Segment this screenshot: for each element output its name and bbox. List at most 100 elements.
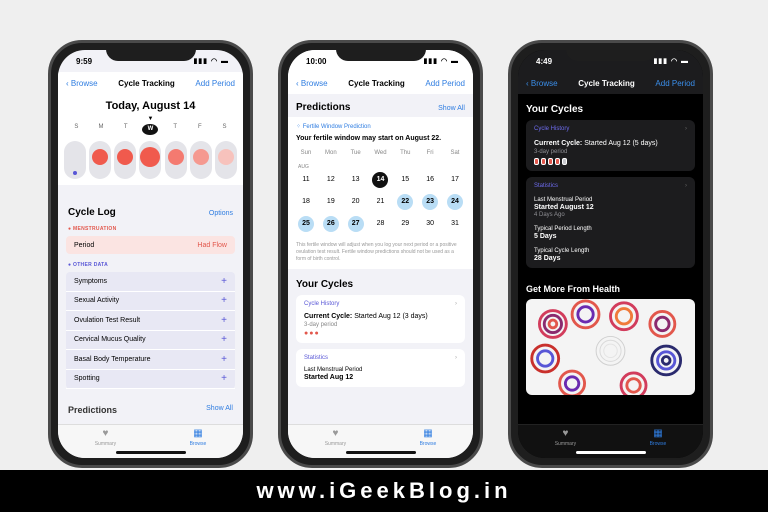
list-item[interactable]: Cervical Mucus Quality + xyxy=(66,331,235,350)
back-button[interactable]: ‹ Browse xyxy=(296,79,328,88)
calendar-day[interactable]: 16 xyxy=(420,172,440,188)
calendar-day[interactable]: 29 xyxy=(395,216,415,232)
fertile-window-title: Your fertile window may start on August … xyxy=(296,135,442,142)
list-item-label: Spotting xyxy=(74,375,100,383)
calendar-day-fertile[interactable]: 27 xyxy=(347,216,364,232)
calendar-day[interactable]: 17 xyxy=(445,172,465,188)
calendar-day[interactable]: 18 xyxy=(296,194,316,210)
tab-summary[interactable]: ♥ Summary xyxy=(325,429,346,458)
list-item[interactable]: Spotting + xyxy=(66,370,235,389)
plus-icon[interactable]: + xyxy=(221,373,227,384)
period-dot-icon xyxy=(193,149,210,165)
weekday-label: Wed xyxy=(374,150,387,156)
tab-summary[interactable]: ♥ Summary xyxy=(95,429,116,458)
home-indicator[interactable] xyxy=(345,451,416,454)
day-pill[interactable] xyxy=(190,141,213,179)
calendar-weekdays: Sun Mon Tue Wed Thu Fri Sat xyxy=(296,150,465,156)
calendar-week: 25 26 27 28 29 30 31 xyxy=(296,216,465,232)
list-item-label: Sexual Activity xyxy=(74,297,120,305)
plus-icon[interactable]: + xyxy=(221,295,227,306)
phone-predictions: 10:00 ▮▮▮ ◠ ▬ ‹ Browse Cycle Tracking Ad… xyxy=(278,40,483,468)
calendar-day-fertile[interactable]: 22 xyxy=(397,194,414,210)
back-label: Browse xyxy=(300,78,328,88)
back-button[interactable]: ‹ Browse xyxy=(66,79,98,88)
period-label: Period xyxy=(74,241,95,249)
calendar-day[interactable]: 31 xyxy=(445,216,465,232)
calendar-day-today[interactable]: 14 xyxy=(372,172,389,188)
period-dot-icon xyxy=(167,149,184,165)
day-pill[interactable] xyxy=(63,141,86,179)
nav-title: Cycle Tracking xyxy=(578,78,635,88)
calendar-day[interactable]: 30 xyxy=(420,216,440,232)
other-data-label: ● OTHER DATA xyxy=(68,262,109,268)
period-value: Had Flow xyxy=(197,241,227,249)
period-dots-icon: ●●● xyxy=(304,330,320,337)
period-dot-icon xyxy=(91,149,108,165)
period-dot-icon xyxy=(117,149,134,165)
calendar-day[interactable]: 15 xyxy=(395,172,415,188)
plus-icon[interactable]: + xyxy=(221,334,227,345)
status-time: 10:00 xyxy=(306,56,327,66)
last-period-label: Last Menstrual Period xyxy=(304,367,363,373)
back-button[interactable]: ‹ Browse xyxy=(526,79,558,88)
home-indicator[interactable] xyxy=(575,451,646,454)
nav-bar: ‹ Browse Cycle Tracking Add Period xyxy=(518,72,703,94)
day-pill[interactable] xyxy=(114,141,137,179)
calendar-day[interactable]: 19 xyxy=(321,194,341,210)
tab-browse[interactable]: ▦ Browse xyxy=(420,429,437,458)
statistics-card[interactable]: Statistics › Last Menstrual Period Start… xyxy=(526,177,695,268)
tab-browse[interactable]: ▦ Browse xyxy=(650,429,667,458)
nav-bar: ‹ Browse Cycle Tracking Add Period xyxy=(288,72,473,94)
plus-icon[interactable]: + xyxy=(221,276,227,287)
calendar-week: 11 12 13 14 15 16 17 xyxy=(296,172,465,188)
list-item[interactable]: Symptoms + xyxy=(66,272,235,292)
day-pill[interactable] xyxy=(164,141,187,179)
add-period-button[interactable]: Add Period xyxy=(425,79,465,88)
weekday-label: Mon xyxy=(324,150,337,156)
calendar-day-fertile[interactable]: 23 xyxy=(422,194,439,210)
list-item[interactable]: Ovulation Test Result + xyxy=(66,311,235,331)
add-period-button[interactable]: Add Period xyxy=(655,79,695,88)
statistics-card[interactable]: Statistics › Last Menstrual Period Start… xyxy=(296,349,465,387)
day-pill[interactable] xyxy=(88,141,111,179)
chevron-right-icon: › xyxy=(685,183,687,189)
plus-icon[interactable]: + xyxy=(221,315,227,326)
health-artwork-image[interactable] xyxy=(526,299,695,395)
tab-browse[interactable]: ▦ Browse xyxy=(190,429,207,458)
tab-summary[interactable]: ♥ Summary xyxy=(555,429,576,458)
tab-label: Summary xyxy=(324,441,347,447)
current-cycle-label: Current Cycle: xyxy=(534,140,583,147)
calendar-day-fertile[interactable]: 24 xyxy=(446,194,463,210)
add-period-button[interactable]: Add Period xyxy=(195,79,235,88)
list-item-label: Ovulation Test Result xyxy=(74,316,141,324)
tab-label: Browse xyxy=(419,441,437,447)
prediction-dot-icon xyxy=(72,171,77,175)
home-indicator[interactable] xyxy=(115,451,186,454)
rings-illustration xyxy=(530,299,683,395)
current-cycle-value: Started Aug 12 (3 days) xyxy=(354,313,428,320)
calendar-day-fertile[interactable]: 25 xyxy=(298,216,314,232)
show-all-button[interactable]: Show All xyxy=(206,405,233,415)
cycle-history-card[interactable]: Cycle History › Current Cycle: Started A… xyxy=(296,295,465,343)
calendar-day[interactable]: 12 xyxy=(321,172,341,188)
calendar-day[interactable]: 20 xyxy=(346,194,366,210)
weekday-label: M xyxy=(98,124,104,130)
cycle-history-card[interactable]: Cycle History › Current Cycle: Started A… xyxy=(526,120,695,171)
calendar-day[interactable]: 28 xyxy=(370,216,390,232)
calendar-day[interactable]: 13 xyxy=(346,172,366,188)
list-item[interactable]: Basal Body Temperature + xyxy=(66,350,235,370)
calendar-day[interactable]: 11 xyxy=(296,172,316,188)
day-pill[interactable] xyxy=(215,141,238,179)
period-row[interactable]: Period Had Flow xyxy=(66,236,235,254)
day-timeline[interactable] xyxy=(58,137,243,185)
weekday-label: Sun xyxy=(300,150,312,156)
other-data-list: Symptoms + Sexual Activity + Ovulation Tes… xyxy=(66,272,235,389)
show-all-button[interactable]: Show All xyxy=(438,105,465,112)
options-button[interactable]: Options xyxy=(209,210,233,217)
day-pill-selected[interactable] xyxy=(139,141,162,179)
calendar-day-fertile[interactable]: 26 xyxy=(322,216,339,232)
fertile-window-card[interactable]: ⁘ Fertile Window Prediction Your fertile… xyxy=(288,117,473,269)
list-item[interactable]: Sexual Activity + xyxy=(66,292,235,311)
plus-icon[interactable]: + xyxy=(221,354,227,365)
calendar-day[interactable]: 21 xyxy=(370,194,390,210)
